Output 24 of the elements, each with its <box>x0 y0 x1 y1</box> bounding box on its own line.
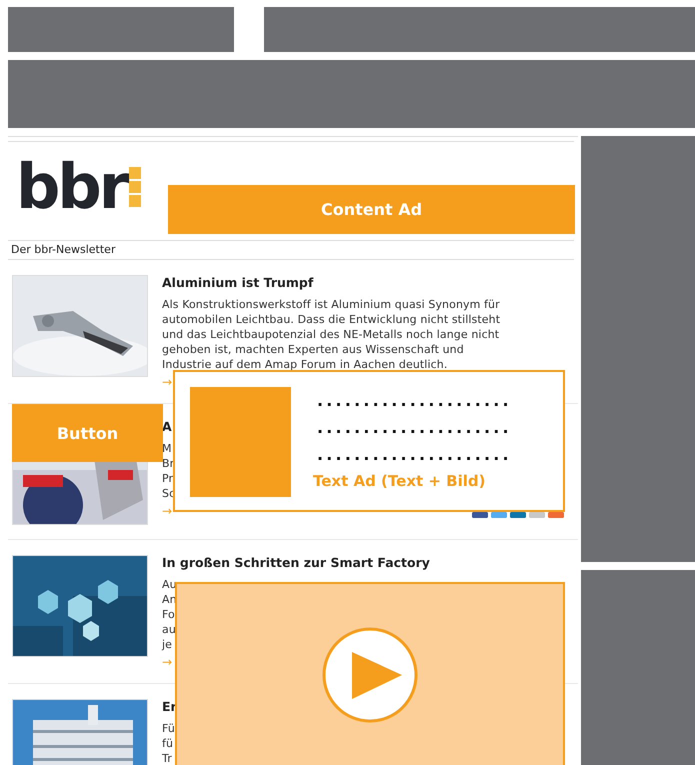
article-title: Er <box>162 699 177 714</box>
play-icon[interactable] <box>322 627 418 723</box>
share-icon[interactable] <box>548 512 564 518</box>
placeholder-dots: ..................... <box>317 417 512 439</box>
placeholder-dots: ..................... <box>317 444 512 466</box>
placeholder-dots: ..................... <box>317 390 512 412</box>
article-title: Aluminium ist Trumpf <box>162 275 314 290</box>
button[interactable]: Button <box>12 404 163 462</box>
article-text: Als Konstruktionswerkstoff ist Aluminium quasi Synonym für automobilen Leichtbau. Dass die Entwicklung nicht stillsteht und das Leichtbaupotenzial des NE-Metalls noch lange nicht gehoben ist, machten Experten aus Wissenschaft und Industrie auf dem Amap Forum in Aachen deutlich. <box>162 297 500 372</box>
share-icon[interactable] <box>510 512 526 518</box>
article-title: In großen Schritten zur Smart Factory <box>162 555 430 570</box>
article-title: A <box>162 419 172 434</box>
text-ad-label: Text Ad (Text + Bild) <box>313 472 486 490</box>
newsletter-heading: Der bbr-Newsletter <box>8 241 574 260</box>
share-icon[interactable] <box>491 512 507 518</box>
share-icon[interactable] <box>529 512 545 518</box>
logo-squares-icon <box>129 165 144 209</box>
content-ad-banner: Content Ad <box>168 185 575 234</box>
read-more-link[interactable]: → <box>162 504 172 518</box>
article-text: Fü fü Tr <box>162 721 175 765</box>
logo-text: bbr <box>16 154 126 220</box>
read-more-link[interactable]: → <box>162 655 172 669</box>
read-more-link[interactable]: → <box>162 375 172 389</box>
share-icon[interactable] <box>472 512 488 518</box>
